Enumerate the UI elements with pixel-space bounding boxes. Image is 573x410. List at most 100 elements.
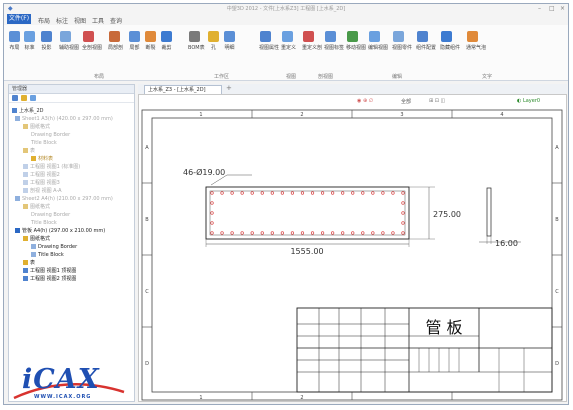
manager-panel: 管理器 上水系_2D Sheet1 A3(h) (420.00 x 297.00… [8,84,135,402]
hole-mark [371,231,375,235]
hole-mark [240,191,244,195]
hole-pattern [210,191,405,235]
hole-mark [290,191,295,195]
add-tab-icon[interactable]: + [226,84,232,92]
tree-view3[interactable]: 工程图 视图3 [23,180,60,186]
zone-row-c: C [145,289,149,295]
tree-root[interactable]: 上水系_2D [12,108,44,114]
zone-col-2: 2 [300,112,303,118]
tool-break[interactable]: 断裂 [144,31,157,51]
tree-guanban-table[interactable]: 表 [23,260,35,266]
menu-query[interactable]: 查询 [110,16,122,25]
crop-icon [161,31,172,42]
tool-balloon[interactable]: 通常气泡 [466,31,486,51]
drawing-canvas[interactable]: ◉ ⊕ ∅ 全部 ⊞ ⊡ ◫ ◐ Layer0 1 2 3 4 1 2 A B … [138,94,567,402]
window-title: 中望3D 2012 - 文件[上水系Z3] 工程图 [上水系_2D] [226,6,346,12]
title-bar: 中望3D 2012 - 文件[上水系Z3] 工程图 [上水系_2D] ◆ – □… [4,4,568,14]
tree-guanban-format[interactable]: 图纸格式 [23,236,50,242]
tool-redefine-section[interactable]: 重定义剖 [302,31,322,51]
hole-mark [300,191,305,195]
tool-projection[interactable]: 投影 [40,31,53,51]
tree-guanban-border[interactable]: Drawing Border [31,244,77,250]
hole-mark [310,231,315,235]
hole-mark [351,231,355,235]
tool-view-label[interactable]: 视图标签 [324,31,344,51]
plate-front-view [205,186,410,240]
hole-mark [280,191,284,195]
tree-sheet1[interactable]: Sheet1 A3(h) (420.00 x 297.00 mm) [15,116,113,122]
zone-row-c-right: C [555,289,559,295]
tool-component-config[interactable]: 组件配置 [416,31,436,51]
sheet-icon [15,116,20,121]
tree-guanban-titleblock[interactable]: Title Block [31,252,64,258]
tool-move-view[interactable]: 移动视图 [346,31,366,51]
menu-tools[interactable]: 工具 [92,16,104,25]
tree-sheet2[interactable]: Sheet2 A4(h) (210.00 x 297.00 mm) [15,196,113,202]
sheet-icon [15,196,20,201]
tool-local-section[interactable]: 局部剖 [108,31,123,51]
tree-sheet2-border[interactable]: Drawing Border [31,212,70,218]
hole-mark [371,191,375,195]
tool-detail[interactable]: 局部 [128,31,141,51]
hole-mark [260,231,264,235]
tree-sheet1-table[interactable]: 表 [23,148,35,154]
tree-sheet2-format[interactable]: 图纸格式 [23,204,50,210]
hole-mark [401,191,405,195]
tree-icon[interactable] [12,95,18,101]
menu-start[interactable]: 文件(F) [7,14,31,24]
hole-mark [250,191,254,195]
group-label-edit: 编辑 [392,74,403,80]
tool-hide-component[interactable]: 隐藏组件 [440,31,460,51]
view-icon [23,188,28,193]
tree-sheet1-border[interactable]: Drawing Border [31,132,70,138]
logo-text: iCAX [22,364,100,395]
document-tab[interactable]: 上水系_Z3 - [上水系_2D] [144,85,222,94]
folder-icon[interactable] [21,95,27,101]
hole-mark [230,191,234,195]
filter-icon[interactable] [30,95,36,101]
tree-sheet1-format[interactable]: 图纸格式 [23,124,50,130]
maximize-icon[interactable]: □ [549,5,555,12]
tree-view1[interactable]: 工程图 视图1 (标准图) [23,164,80,170]
standard-view-icon [24,31,35,42]
tree-guanban-view2[interactable]: 工程图 视图2 顶视图 [23,276,76,282]
tool-view-part[interactable]: 视图零件 [392,31,412,51]
detail-icon [129,31,140,42]
move-view-icon [347,31,358,42]
view-part-icon [393,31,404,42]
tree-view2[interactable]: 工程图 视图2 [23,172,60,178]
tool-crop[interactable]: 裁剪 [160,31,173,51]
tool-full-section[interactable]: 全剖视图 [82,31,102,51]
menu-view[interactable]: 视图 [74,16,86,25]
hole-mark [270,231,274,235]
tool-detail-list[interactable]: 明细 [223,31,236,51]
tree-guanban-view1[interactable]: 工程图 视图1 顶视图 [23,268,76,274]
minimize-icon[interactable]: – [538,5,541,12]
tree-sheet-guanban[interactable]: 管板 A4(h) (297.00 x 210.00 mm) [15,228,105,234]
table-icon [23,148,28,153]
tool-edit-view[interactable]: 编辑视图 [368,31,388,51]
tree-section-aa[interactable]: 剖视 视图 A-A [23,188,62,194]
tree-material-table[interactable]: 材料表 [31,156,53,162]
menu-layout[interactable]: 布局 [38,16,50,25]
manager-title: 管理器 [9,85,134,94]
thickness-dimension: 16.00 [495,239,518,248]
tree-sheet2-titleblock[interactable]: Title Block [31,220,57,226]
close-icon[interactable]: × [560,5,565,12]
tool-view-properties[interactable]: 视图属性 [259,31,279,51]
tool-layout[interactable]: 布局 [8,31,21,51]
hole-mark [331,191,335,195]
menu-annotate[interactable]: 标注 [56,16,68,25]
hole-mark [290,231,295,235]
hole-mark [401,201,405,205]
folder-icon [23,204,28,209]
tool-aux-view[interactable]: 辅助视图 [59,31,79,51]
hole-mark [230,231,234,235]
title-block: 管 板 [296,307,553,393]
tool-bom[interactable]: BOM表 [188,31,205,51]
tool-standard[interactable]: 标准 [23,31,36,51]
tree-sheet1-titleblock[interactable]: Title Block [31,140,57,146]
tool-hole[interactable]: 孔 [207,31,220,51]
app-icon[interactable]: ◆ [8,5,13,12]
tool-redefine[interactable]: 重定义 [281,31,296,51]
